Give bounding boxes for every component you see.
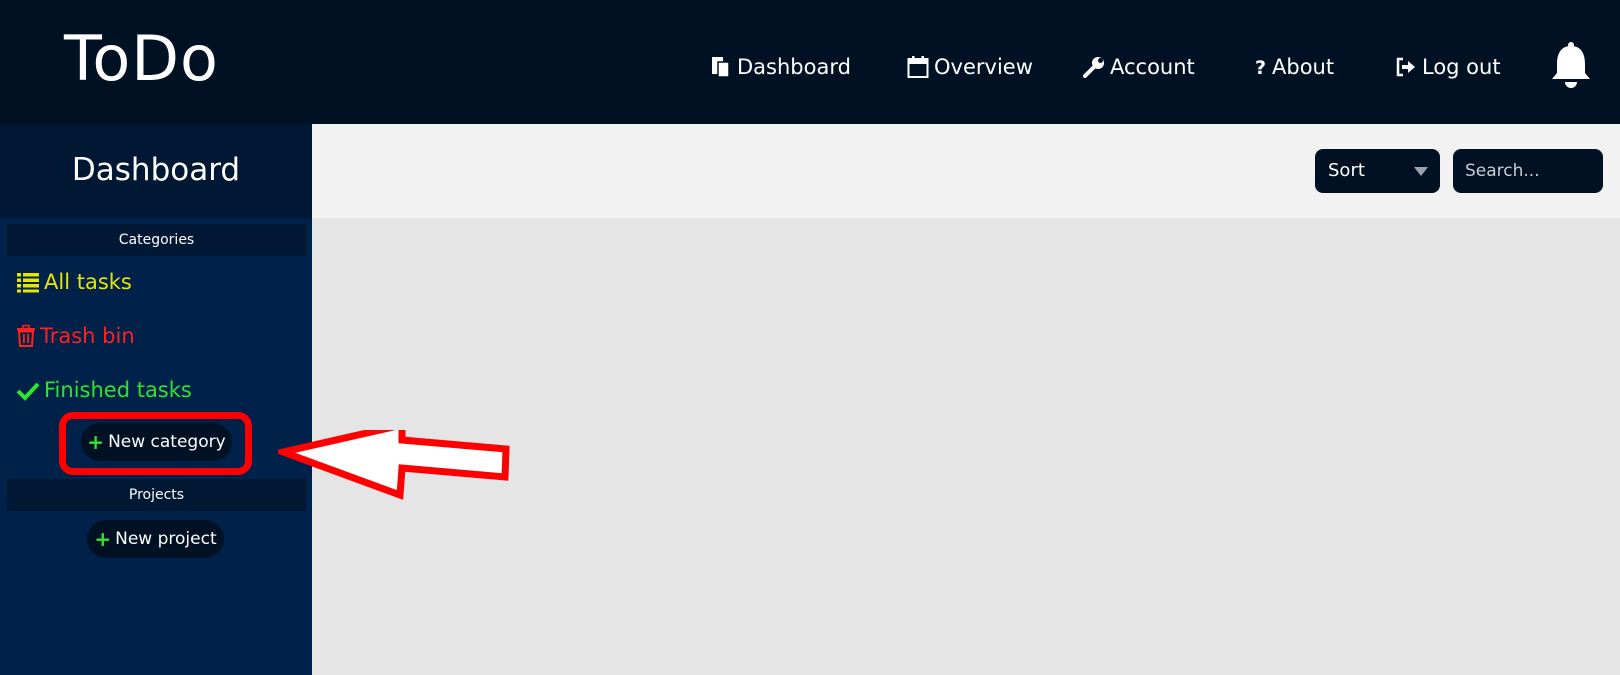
nav-logout[interactable]: Log out <box>1394 50 1501 84</box>
sort-dropdown[interactable]: Sort <box>1315 149 1440 193</box>
nav-about-label: About <box>1272 55 1335 79</box>
nav-logout-label: Log out <box>1422 55 1501 79</box>
trash-icon <box>16 324 36 348</box>
annotation-arrow <box>278 430 510 500</box>
category-finished-tasks[interactable]: Finished tasks <box>16 375 192 405</box>
wrench-icon <box>1082 55 1106 79</box>
search-input[interactable] <box>1453 149 1603 193</box>
category-all-tasks-label: All tasks <box>44 270 132 294</box>
category-trash-bin[interactable]: Trash bin <box>16 321 135 351</box>
sidebar: Dashboard Categories All tasks Trash bin… <box>0 124 312 675</box>
list-icon <box>16 270 40 294</box>
category-all-tasks[interactable]: All tasks <box>16 267 132 297</box>
plus-icon: + <box>94 527 112 551</box>
sort-label: Sort <box>1328 160 1365 181</box>
nav-overview[interactable]: Overview <box>906 50 1033 84</box>
new-project-label: New project <box>115 529 217 549</box>
check-icon <box>16 378 40 402</box>
category-trash-bin-label: Trash bin <box>40 324 135 348</box>
nav-account-label: Account <box>1110 55 1195 79</box>
categories-heading: Categories <box>7 224 306 256</box>
nav-account[interactable]: Account <box>1082 50 1195 84</box>
new-project-button[interactable]: + New project <box>87 520 224 558</box>
top-navbar: ToDo Dashboard Overview Account ? About … <box>0 0 1620 124</box>
category-finished-tasks-label: Finished tasks <box>44 378 192 402</box>
app-logo[interactable]: ToDo <box>64 22 219 95</box>
clipboard-icon <box>709 55 733 79</box>
sidebar-header: Dashboard <box>0 124 312 218</box>
calendar-icon <box>906 55 930 79</box>
nav-dashboard-label: Dashboard <box>737 55 851 79</box>
annotation-highlight-box <box>59 412 252 475</box>
nav-dashboard[interactable]: Dashboard <box>709 50 851 84</box>
nav-overview-label: Overview <box>934 55 1033 79</box>
chevron-down-icon <box>1414 167 1428 176</box>
question-icon: ? <box>1252 55 1268 79</box>
bell-icon[interactable] <box>1548 40 1594 90</box>
sidebar-title: Dashboard <box>71 152 241 188</box>
logout-icon <box>1394 55 1418 79</box>
nav-about[interactable]: ? About <box>1252 50 1334 84</box>
projects-heading: Projects <box>7 479 306 511</box>
svg-text:?: ? <box>1255 57 1266 79</box>
